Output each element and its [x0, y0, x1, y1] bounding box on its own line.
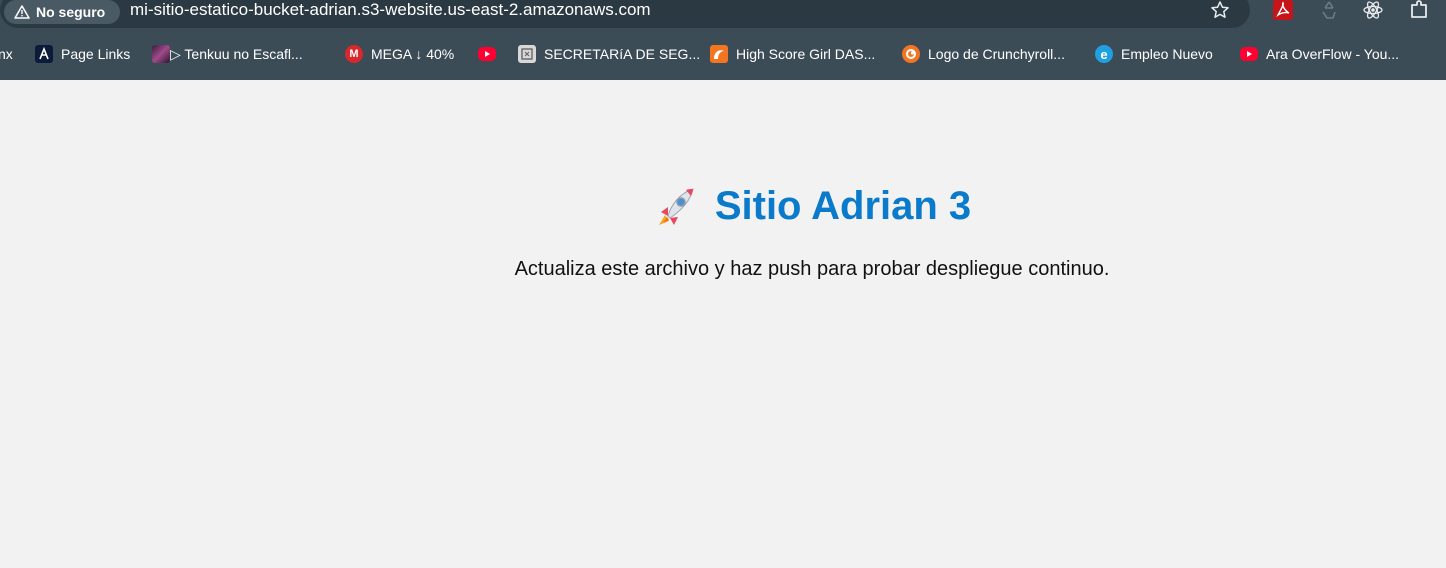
extensions-puzzle-icon[interactable]: [1406, 0, 1432, 22]
bookmark-item[interactable]: Ara OverFlow - You...: [1240, 42, 1399, 66]
secretaria-icon: [518, 45, 536, 63]
youtube-icon: [478, 47, 496, 61]
bookmark-item[interactable]: Logo de Crunchyroll...: [902, 42, 1065, 66]
crunchyroll-icon: [902, 45, 920, 63]
bookmark-label: High Score Girl DAS...: [736, 46, 876, 62]
youtube-icon: [1240, 47, 1258, 61]
page-links-icon: [35, 45, 53, 63]
bookmark-label: Empleo Nuevo: [1121, 46, 1213, 62]
address-row: No seguro mi-sitio-estatico-bucket-adria…: [0, 0, 1446, 28]
recycle-extension-icon[interactable]: [1316, 0, 1342, 22]
bookmark-item[interactable]: M MEGA ↓ 40%: [345, 42, 454, 66]
bookmark-item[interactable]: [478, 42, 504, 66]
bookmark-label: SECRETARíA DE SEG...: [544, 46, 701, 62]
bookmark-item[interactable]: Page Links: [35, 42, 130, 66]
page-title: Sitio Adrian 3: [0, 184, 1446, 229]
crunchyroll-folder-icon: [710, 45, 728, 63]
bookmark-item[interactable]: High Score Girl DAS...: [710, 42, 875, 66]
react-devtools-icon[interactable]: [1360, 0, 1386, 22]
bookmark-label: ▷ Tenkuu no Escafl...: [170, 45, 303, 62]
bookmark-item[interactable]: e Empleo Nuevo: [1095, 42, 1213, 66]
edge-icon: e: [1095, 45, 1113, 63]
bookmark-label: nx: [0, 46, 13, 62]
security-chip[interactable]: No seguro: [4, 0, 120, 24]
bookmark-item[interactable]: nx: [0, 42, 13, 66]
rocket-icon: [655, 185, 697, 229]
bookmark-label: Logo de Crunchyroll...: [928, 46, 1065, 62]
anime-thumb-icon: [152, 45, 170, 63]
page-content: Sitio Adrian 3 Actualiza este archivo y …: [0, 80, 1446, 568]
security-label: No seguro: [36, 4, 106, 20]
bookmarks-bar: nx Page Links ▷ Tenkuu no Escafl... M ME…: [0, 38, 1446, 70]
url-text[interactable]: mi-sitio-estatico-bucket-adrian.s3-websi…: [130, 0, 651, 20]
warning-icon: [14, 5, 30, 19]
browser-chrome: No seguro mi-sitio-estatico-bucket-adria…: [0, 0, 1446, 80]
pdf-extension-icon[interactable]: [1270, 0, 1296, 22]
bookmark-item[interactable]: SECRETARíA DE SEG...: [518, 42, 700, 66]
page-description: Actualiza este archivo y haz push para p…: [514, 258, 1110, 280]
bookmark-label: MEGA ↓ 40%: [371, 46, 455, 62]
mega-icon: M: [345, 45, 363, 63]
bookmark-star-icon[interactable]: [1208, 0, 1232, 21]
page-title-text: Sitio Adrian 3: [714, 184, 972, 228]
bookmark-label: Ara OverFlow - You...: [1266, 46, 1400, 62]
bookmark-label: Page Links: [61, 46, 131, 62]
bookmark-item[interactable]: ▷ Tenkuu no Escafl...: [152, 42, 303, 66]
